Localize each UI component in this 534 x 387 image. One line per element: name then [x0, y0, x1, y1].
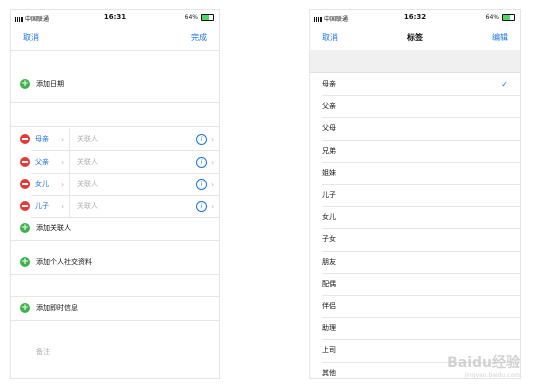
label-picker-screen: 中国联通 16:32 64% 取消 标签 编辑 母亲 ✓ 父亲父母兄弟姐妹儿子女儿子…: [310, 10, 520, 378]
label-option-text: 儿子: [322, 191, 336, 199]
label-option[interactable]: 朋友: [310, 251, 520, 273]
done-button[interactable]: 完成: [191, 32, 207, 43]
add-date-row[interactable]: + 添加日期: [11, 73, 219, 95]
divider: [11, 126, 219, 127]
add-icon: +: [20, 257, 30, 267]
label-option[interactable]: 姐妹: [310, 162, 520, 184]
chevron-right-icon: ›: [61, 134, 65, 144]
label-option-text: 母亲: [322, 80, 336, 88]
add-related-row[interactable]: + 添加关联人: [11, 217, 219, 239]
notes-field[interactable]: 备注: [36, 347, 50, 357]
add-icon: +: [20, 79, 30, 89]
label-option[interactable]: 兄弟: [310, 140, 520, 162]
add-icon: +: [20, 303, 30, 313]
relation-label-button[interactable]: 父亲: [35, 157, 61, 167]
label-option-text: 女儿: [322, 213, 336, 222]
divider: [11, 240, 219, 241]
edit-contact-screen: 中国联通 16:31 64% 取消 完成 + 添加日期 母亲 › 关联人 i ›…: [11, 10, 219, 378]
chevron-right-icon: ›: [61, 157, 65, 167]
chevron-right-icon: ›: [211, 134, 215, 144]
label-option[interactable]: 父母: [310, 117, 520, 139]
label-option-text: 兄弟: [322, 146, 336, 155]
label-option[interactable]: 儿子: [310, 184, 520, 206]
add-related-label: 添加关联人: [36, 224, 71, 232]
cancel-button[interactable]: 取消: [23, 32, 39, 43]
section-header: [310, 50, 520, 73]
divider: [69, 128, 70, 150]
divider: [11, 102, 219, 103]
divider: [69, 151, 70, 173]
chevron-right-icon: ›: [211, 179, 215, 189]
relation-label-button[interactable]: 儿子: [35, 201, 61, 211]
label-option-text: 父母: [322, 124, 336, 133]
info-icon[interactable]: i: [196, 200, 207, 212]
label-option[interactable]: 子女: [310, 228, 520, 250]
divider: [11, 50, 219, 51]
battery-percent: 64%: [184, 14, 198, 21]
related-name-field[interactable]: 关联人: [77, 179, 196, 189]
label-option[interactable]: 母亲 ✓: [310, 73, 520, 95]
relation-row[interactable]: 父亲 › 关联人 i ›: [11, 151, 219, 173]
label-option-text: 伴侣: [322, 302, 336, 310]
divider: [69, 195, 70, 217]
add-social-label: 添加个人社交资料: [36, 258, 92, 266]
label-option-text: 助理: [322, 324, 336, 333]
relation-label-button[interactable]: 女儿: [35, 179, 61, 189]
label-option[interactable]: 助理: [310, 317, 520, 339]
checkmark-icon: ✓: [501, 79, 508, 89]
chevron-right-icon: ›: [61, 179, 65, 189]
nav-bar: 取消 标签 编辑: [310, 26, 520, 50]
remove-icon[interactable]: [20, 157, 30, 167]
info-icon[interactable]: i: [196, 178, 207, 190]
relation-row[interactable]: 母亲 › 关联人 i ›: [11, 128, 219, 150]
divider: [11, 274, 219, 275]
label-option-text: 姐妹: [322, 168, 336, 177]
label-option[interactable]: 伴侣: [310, 295, 520, 317]
label-option[interactable]: 父亲: [310, 95, 520, 117]
info-icon[interactable]: i: [196, 133, 207, 145]
page-title: 标签: [407, 33, 423, 42]
label-option[interactable]: 女儿: [310, 206, 520, 228]
status-right: 64%: [486, 14, 515, 21]
nav-bar: 取消 完成: [11, 26, 219, 50]
related-name-field[interactable]: 关联人: [77, 134, 196, 144]
status-right: 64%: [185, 14, 214, 21]
chevron-right-icon: ›: [211, 201, 215, 211]
edit-button[interactable]: 编辑: [492, 32, 508, 43]
add-social-row[interactable]: + 添加个人社交资料: [11, 251, 219, 273]
remove-icon[interactable]: [20, 134, 30, 144]
battery-icon: [502, 14, 515, 21]
relation-label-button[interactable]: 母亲: [35, 134, 61, 144]
add-im-row[interactable]: + 添加即时信息: [11, 297, 219, 319]
remove-icon[interactable]: [20, 179, 30, 189]
related-name-field[interactable]: 关联人: [77, 201, 196, 211]
battery-percent: 64%: [485, 14, 499, 21]
battery-icon: [201, 14, 214, 21]
status-bar: 中国联通 16:32 64%: [310, 10, 520, 24]
divider: [69, 173, 70, 195]
label-option-text: 朋友: [322, 257, 336, 266]
baidu-watermark: Baidu经验 jingyan.baidu.com: [447, 355, 520, 379]
related-name-field[interactable]: 关联人: [77, 157, 196, 167]
relation-row[interactable]: 女儿 › 关联人 i ›: [11, 173, 219, 195]
label-option-text: 子女: [322, 235, 336, 244]
add-date-label: 添加日期: [36, 80, 64, 88]
chevron-right-icon: ›: [61, 201, 65, 211]
status-bar: 中国联通 16:31 64%: [11, 10, 219, 24]
divider: [11, 320, 219, 321]
label-option-text: 配偶: [322, 279, 336, 288]
label-option[interactable]: 配偶: [310, 273, 520, 295]
add-icon: +: [20, 223, 30, 233]
relation-row[interactable]: 儿子 › 关联人 i ›: [11, 195, 219, 217]
add-im-label: 添加即时信息: [36, 304, 78, 312]
label-option-text: 父亲: [322, 102, 336, 111]
info-icon[interactable]: i: [196, 156, 207, 168]
remove-icon[interactable]: [20, 201, 30, 211]
chevron-right-icon: ›: [211, 157, 215, 167]
